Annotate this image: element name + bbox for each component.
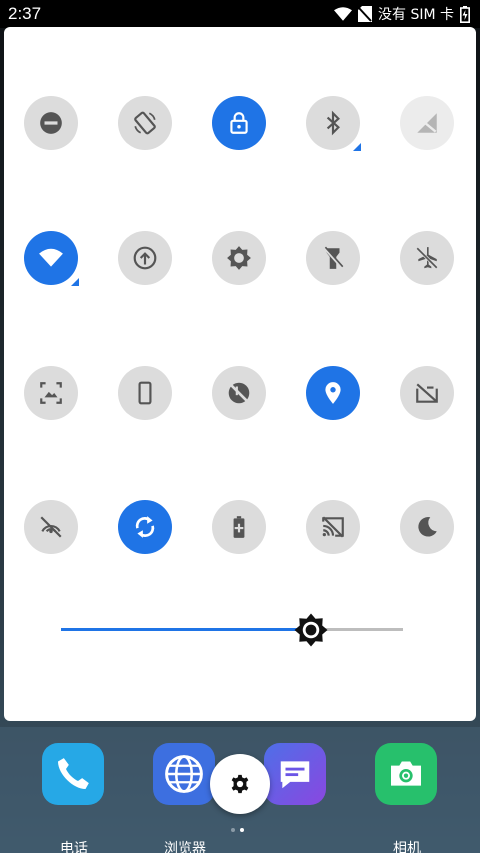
dock-app-messages[interactable] <box>264 743 328 805</box>
data-saver-tile[interactable] <box>212 366 266 420</box>
brightness-tile[interactable] <box>212 231 266 285</box>
dock-app-camera[interactable]: 相机 <box>375 743 439 853</box>
hotspot-icon <box>133 246 157 270</box>
app-label-phone: 电话 <box>60 841 88 853</box>
wifi-tile[interactable] <box>24 231 79 286</box>
no-sim-text: 没有 SIM 卡 <box>378 7 454 23</box>
mobile-data-off-icon <box>416 113 437 133</box>
nfc-tile[interactable] <box>24 500 78 554</box>
expand-indicator <box>353 143 361 151</box>
bluetooth-off-icon <box>326 110 340 136</box>
auto-rotate-tile[interactable] <box>118 96 172 150</box>
nfc-off-icon <box>40 516 62 538</box>
no-sim-icon <box>358 6 372 22</box>
cast-tile[interactable] <box>306 500 360 554</box>
brightness-icon <box>227 246 251 270</box>
expand-indicator <box>71 278 79 286</box>
bluetooth-tile[interactable] <box>306 96 361 151</box>
night-mode-tile[interactable] <box>400 500 454 554</box>
gear-icon <box>231 774 249 794</box>
screen-record-tile[interactable] <box>400 366 454 420</box>
hotspot-tile[interactable] <box>118 231 172 285</box>
airplane-mode-tile[interactable] <box>400 231 454 285</box>
page-dot-current[interactable] <box>240 828 244 832</box>
wifi-icon <box>334 7 352 21</box>
messages-app-icon[interactable] <box>264 743 326 805</box>
phone-app-icon[interactable] <box>42 743 104 805</box>
status-time: 2:37 <box>8 4 42 23</box>
battery-saver-tile[interactable] <box>212 500 266 554</box>
status-icons: 没有 SIM 卡 <box>334 4 470 24</box>
dock-app-phone[interactable]: 电话 <box>42 743 106 853</box>
location-icon <box>325 382 341 404</box>
auto-rotate-icon <box>134 111 156 135</box>
data-saver-off-icon <box>228 382 250 404</box>
page-indicator <box>231 828 244 832</box>
rotation-lock-icon <box>230 112 248 134</box>
flashlight-tile[interactable] <box>306 231 360 285</box>
flashlight-icon <box>323 246 344 269</box>
sync-icon <box>135 516 155 538</box>
phone-icon <box>138 381 152 405</box>
cast-off-icon <box>322 516 344 538</box>
rotation-lock-tile[interactable] <box>212 96 266 150</box>
screen-record-off-icon <box>416 383 438 403</box>
brightness-icon <box>294 613 328 647</box>
screenshot-icon <box>40 382 62 404</box>
status-bar: 2:37 没有 SIM 卡 <box>0 0 480 28</box>
night-mode-icon <box>418 517 437 537</box>
wifi-icon <box>39 248 63 267</box>
sync-tile[interactable] <box>118 500 172 554</box>
do-not-disturb-icon <box>40 112 62 134</box>
app-label-camera: 相机 <box>393 841 421 853</box>
screenshot-tile[interactable] <box>24 366 78 420</box>
phone-mode-tile[interactable] <box>118 366 172 420</box>
app-label-browser: 浏览器 <box>164 841 206 853</box>
browser-app-icon[interactable] <box>153 743 215 805</box>
page-dot[interactable] <box>231 828 235 832</box>
battery-icon <box>460 5 470 23</box>
mobile-data-tile[interactable] <box>400 96 454 150</box>
battery-saver-icon <box>233 516 245 538</box>
brightness-slider[interactable] <box>61 628 403 631</box>
do-not-disturb-tile[interactable] <box>24 96 78 150</box>
camera-app-icon[interactable] <box>375 743 437 805</box>
brightness-slider-fill <box>61 628 311 631</box>
location-tile[interactable] <box>306 366 360 420</box>
airplane-mode-off-icon <box>416 247 438 269</box>
dock-app-browser[interactable]: 浏览器 <box>153 743 217 853</box>
settings-button[interactable] <box>210 754 270 814</box>
brightness-slider-thumb[interactable] <box>292 611 330 649</box>
